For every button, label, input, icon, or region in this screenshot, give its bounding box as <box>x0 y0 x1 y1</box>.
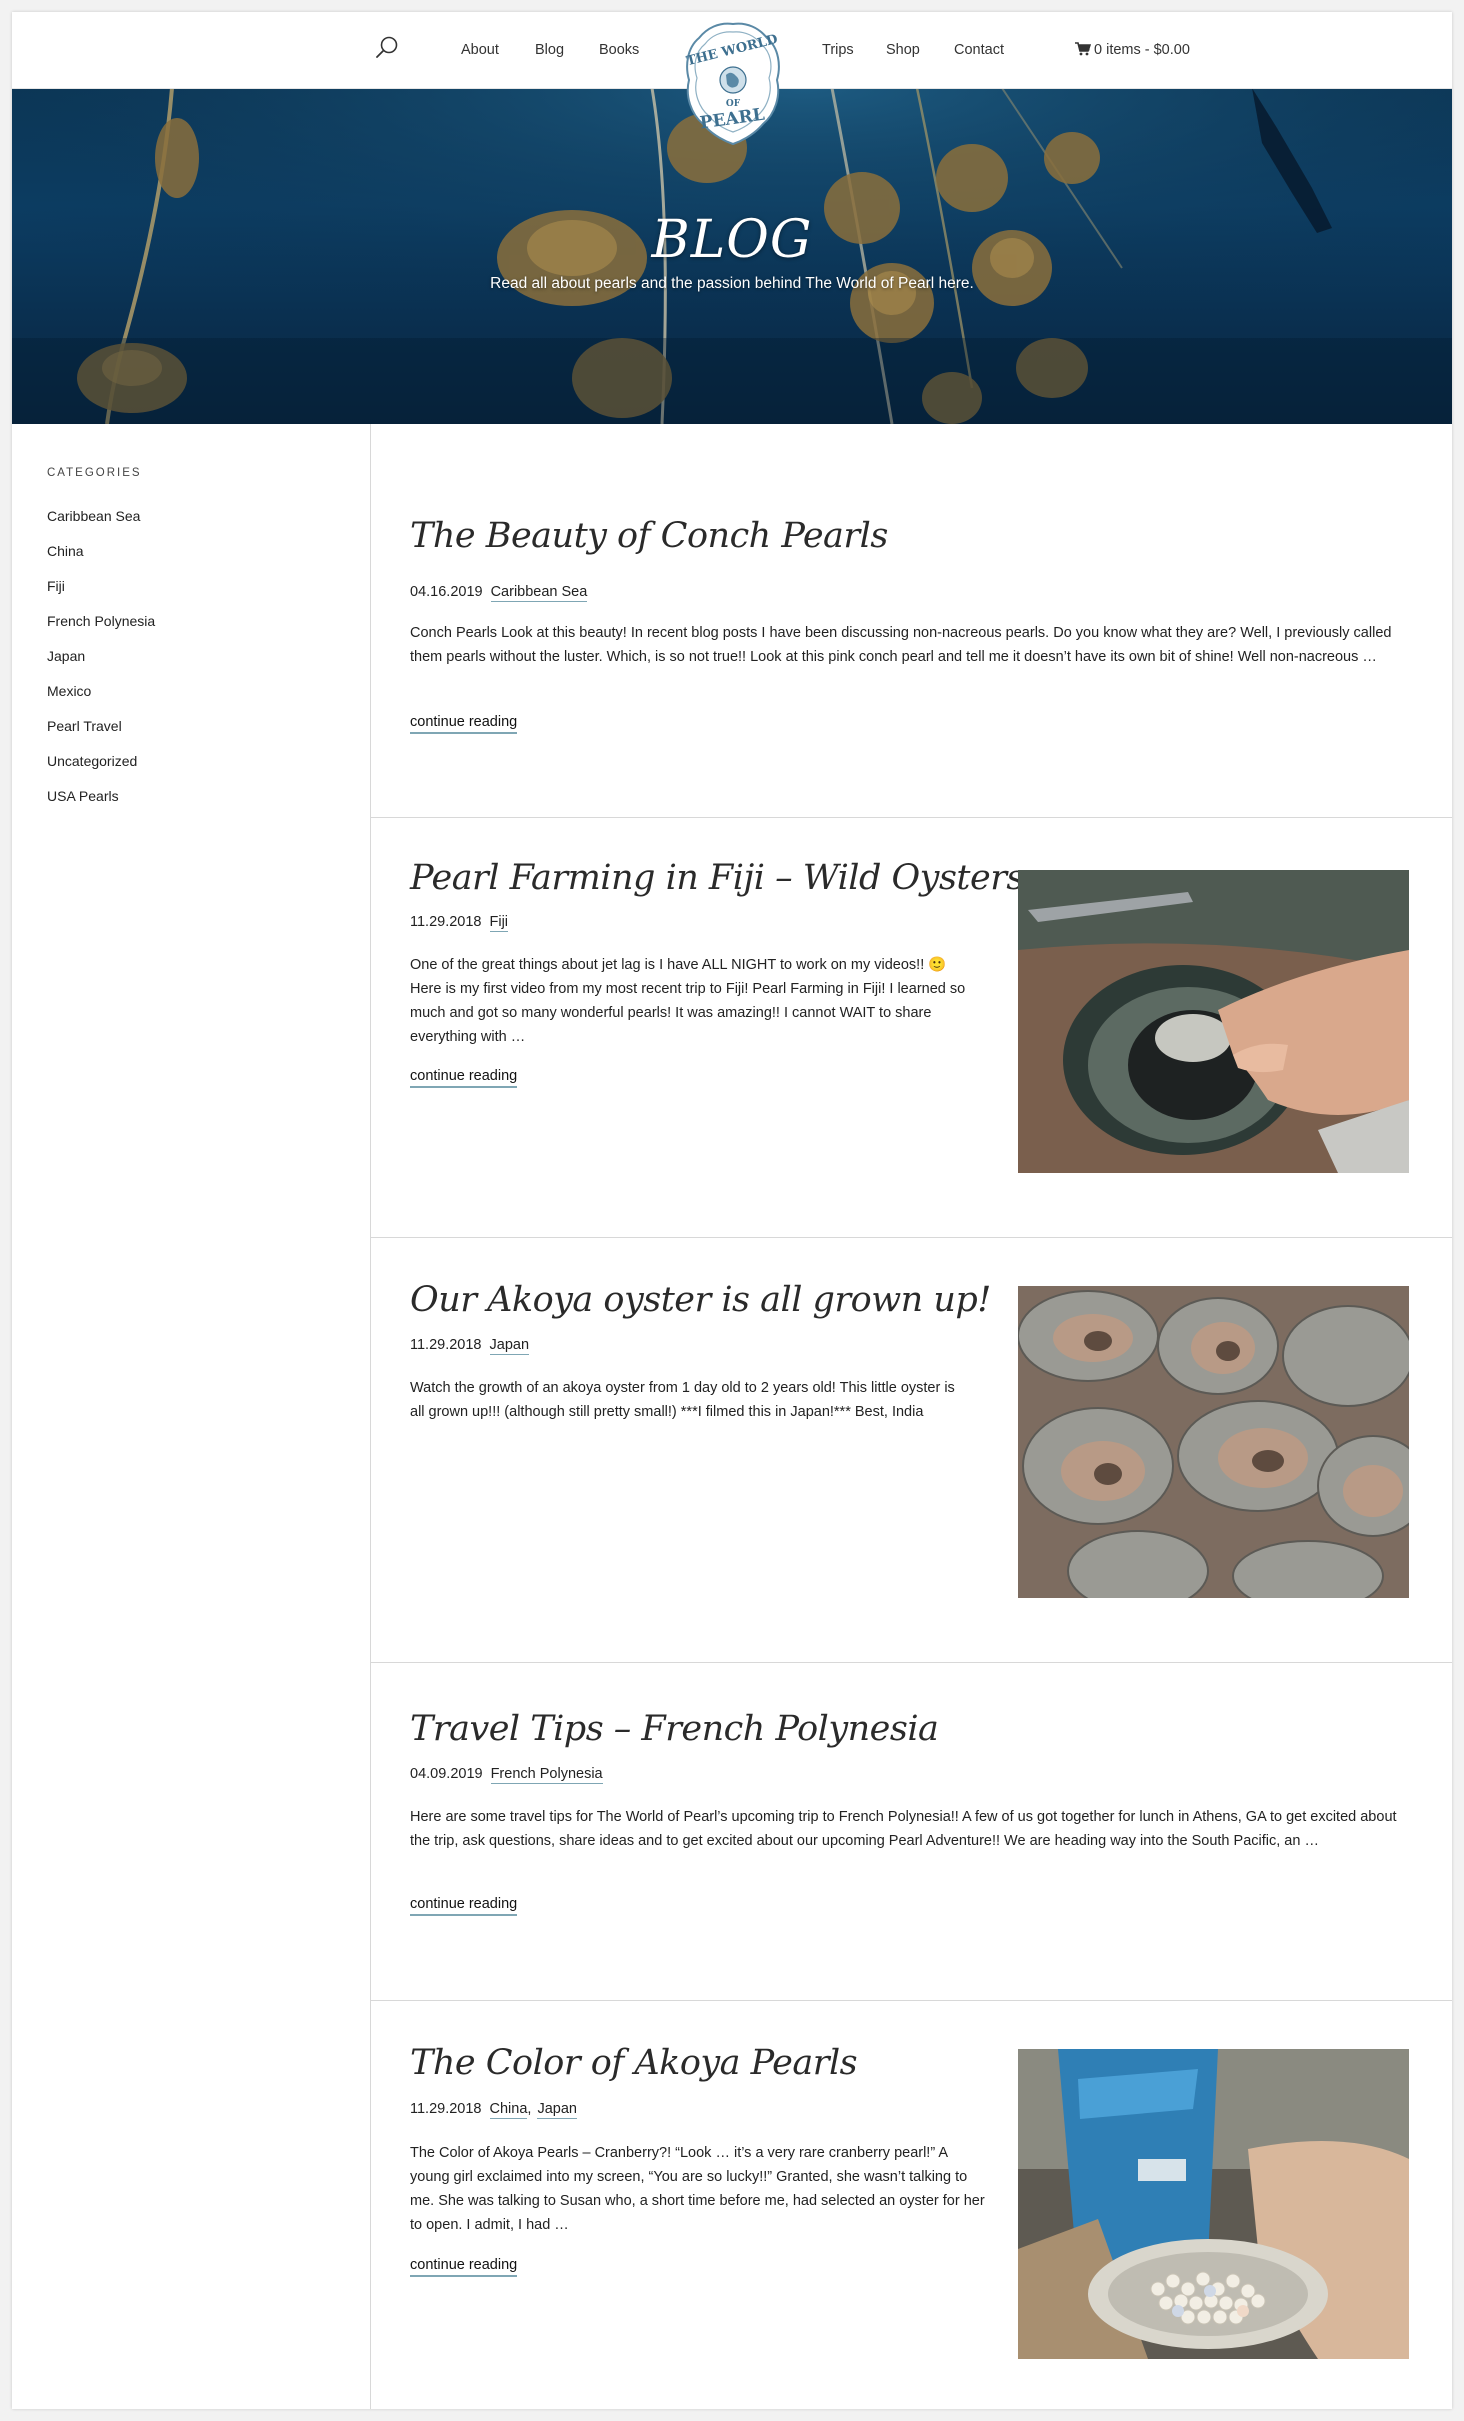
category-link[interactable]: Fiji <box>47 578 65 594</box>
post-meta: 04.16.2019 Caribbean Sea <box>410 584 588 602</box>
category-link[interactable]: Pearl Travel <box>47 718 122 734</box>
nav-books[interactable]: Books <box>599 42 639 58</box>
search-icon[interactable] <box>373 34 401 62</box>
continue-reading-link[interactable]: continue reading <box>410 1068 518 1088</box>
post-meta: 11.29.2018 China, Japan <box>410 2101 577 2119</box>
post-thumbnail-opened-oysters[interactable] <box>1018 1286 1409 1598</box>
post-category-link[interactable]: China <box>489 2101 528 2119</box>
post-meta: 11.29.2018 Japan <box>410 1337 530 1355</box>
nav-shop[interactable]: Shop <box>886 42 920 58</box>
cart-link[interactable]: 0 items - $0.00 <box>1075 42 1190 58</box>
post-excerpt: One of the great things about jet lag is… <box>410 957 966 1045</box>
post-excerpt: Watch the growth of an akoya oyster from… <box>410 1380 955 1420</box>
post-date: 11.29.2018 <box>410 1337 482 1353</box>
nav-about[interactable]: About <box>461 42 499 58</box>
post-meta: 04.09.2019 French Polynesia <box>410 1766 603 1784</box>
post-excerpt: The Color of Akoya Pearls – Cranberry?! … <box>410 2145 985 2233</box>
continue-reading-link[interactable]: continue reading <box>410 1896 518 1916</box>
blog-post: The Color of Akoya Pearls 11.29.2018 Chin… <box>371 2001 1452 2409</box>
post-date: 11.29.2018 <box>410 914 482 930</box>
post-excerpt: Conch Pearls Look at this beauty! In rec… <box>410 625 1392 665</box>
post-category-link[interactable]: French Polynesia <box>490 1766 603 1784</box>
category-link[interactable]: Uncategorized <box>47 753 137 769</box>
post-category-link[interactable]: Caribbean Sea <box>490 584 588 602</box>
cart-label: 0 items - $0.00 <box>1094 42 1190 58</box>
post-title[interactable]: Travel Tips – French Polynesia <box>410 1709 939 1749</box>
nav-contact[interactable]: Contact <box>954 42 1004 58</box>
post-title[interactable]: Pearl Farming in Fiji – Wild Oysters <box>410 858 1024 898</box>
cart-icon <box>1075 42 1091 56</box>
post-category-link[interactable]: Japan <box>537 2101 577 2119</box>
page-title: BLOG <box>651 210 813 270</box>
post-title[interactable]: Our Akoya oyster is all grown up! <box>410 1280 991 1320</box>
post-category-link[interactable]: Japan <box>489 1337 530 1355</box>
blog-post: The Beauty of Conch Pearls 04.16.2019 Car… <box>371 424 1452 818</box>
categories-heading: CATEGORIES <box>47 467 142 479</box>
nav-blog[interactable]: Blog <box>535 42 564 58</box>
post-date: 04.09.2019 <box>410 1766 483 1782</box>
post-date: 04.16.2019 <box>410 584 483 600</box>
category-link[interactable]: USA Pearls <box>47 788 119 804</box>
logo-seal[interactable]: THE WORLD OF PEARL <box>681 20 785 150</box>
post-title[interactable]: The Beauty of Conch Pearls <box>410 516 888 556</box>
sidebar: CATEGORIES Caribbean Sea China Fiji Fren… <box>12 424 371 2409</box>
post-thumbnail-oyster-hand[interactable] <box>1018 870 1409 1173</box>
page-frame: About Blog Books Trips Shop Contact 0 it… <box>12 12 1452 2409</box>
blog-post: Our Akoya oyster is all grown up! 11.29.… <box>371 1238 1452 1663</box>
post-category-link[interactable]: Fiji <box>489 914 509 932</box>
post-title[interactable]: The Color of Akoya Pearls <box>410 2043 858 2083</box>
continue-reading-link[interactable]: continue reading <box>410 2257 518 2277</box>
category-link[interactable]: French Polynesia <box>47 613 155 629</box>
blog-post: Pearl Farming in Fiji – Wild Oysters 11.… <box>371 818 1452 1238</box>
post-date: 11.29.2018 <box>410 2101 482 2117</box>
nav-trips[interactable]: Trips <box>822 42 854 58</box>
post-excerpt: Here are some travel tips for The World … <box>410 1809 1397 1849</box>
category-link[interactable]: China <box>47 543 84 559</box>
category-link[interactable]: Caribbean Sea <box>47 508 140 524</box>
category-link[interactable]: Japan <box>47 648 85 664</box>
post-meta: 11.29.2018 Fiji <box>410 914 509 932</box>
continue-reading-link[interactable]: continue reading <box>410 714 518 734</box>
page-subtitle: Read all about pearls and the passion be… <box>490 275 974 292</box>
category-link[interactable]: Mexico <box>47 683 91 699</box>
blog-post: Travel Tips – French Polynesia 04.09.201… <box>371 1663 1452 2001</box>
post-thumbnail-pearls-in-shell[interactable] <box>1018 2049 1409 2359</box>
